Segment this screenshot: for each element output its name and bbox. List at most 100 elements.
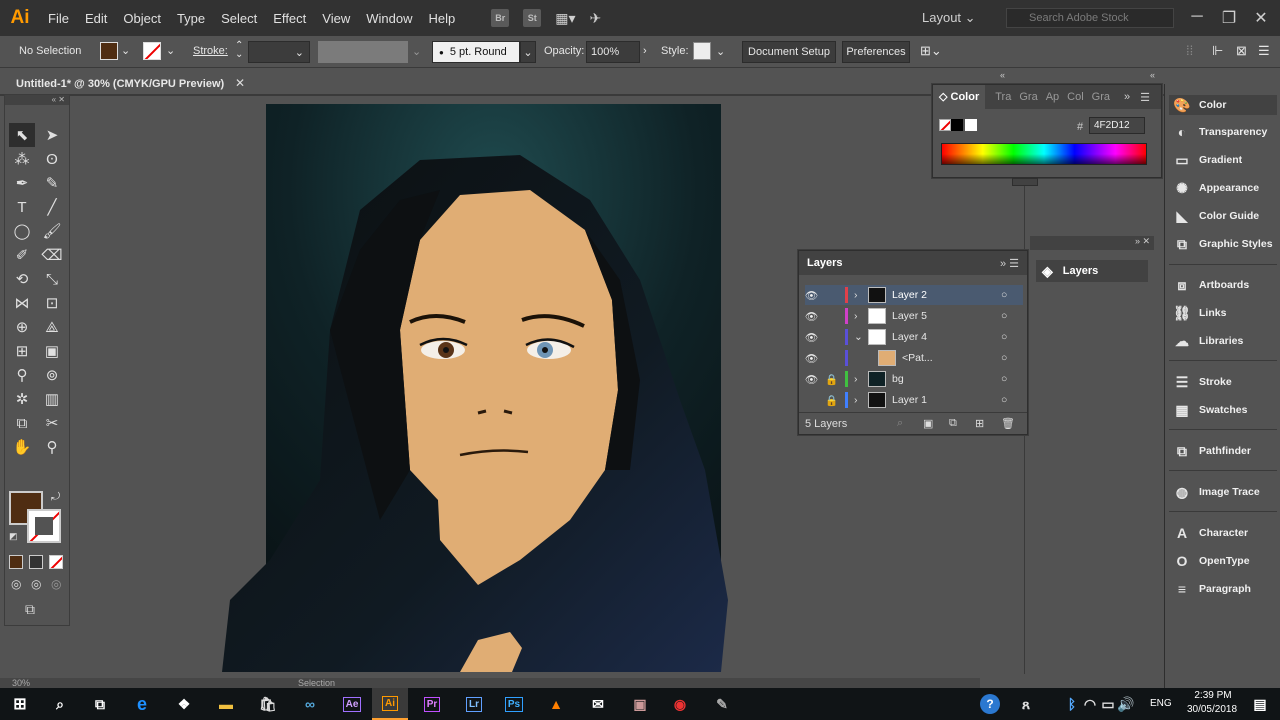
make-clipping-mask-icon[interactable]: ▣ [923, 417, 949, 430]
symbol-sprayer-tool-icon[interactable]: ✲ [9, 387, 35, 411]
lightroom-icon[interactable]: Lr [458, 692, 490, 716]
layer-name[interactable]: Layer 1 [892, 394, 1001, 406]
premiere-icon[interactable]: Pr [416, 692, 448, 716]
file-explorer-icon[interactable]: ▬ [210, 692, 242, 716]
dock-character[interactable]: A Character [1173, 525, 1248, 541]
column-graph-tool-icon[interactable]: ▥ [39, 387, 65, 411]
target-circle-icon[interactable]: ○ [1001, 352, 1023, 364]
dock-appearance[interactable]: ✺ Appearance [1173, 180, 1259, 196]
layer-row-5[interactable]: 👁 › Layer 5 ○ [805, 306, 1023, 326]
dock-opentype[interactable]: O OpenType [1173, 553, 1250, 569]
more-tabs-icon[interactable]: » [1124, 91, 1130, 103]
visibility-eye-icon[interactable]: 👁 [805, 289, 825, 302]
tab-color-guide[interactable]: Col [1063, 91, 1088, 103]
eraser-tool-icon[interactable]: ⌫ [39, 243, 65, 267]
collapse-chevron-icon[interactable]: ⌄ [854, 331, 868, 343]
clock-time[interactable]: 2:39 PM [1188, 690, 1238, 701]
vlc-icon[interactable]: ▲ [540, 692, 572, 716]
sublayer-row-path[interactable]: 👁 <Pat... ○ [805, 348, 1023, 368]
expand-chevron-icon[interactable]: › [854, 373, 868, 385]
wifi-icon[interactable]: ◠ [1080, 692, 1100, 716]
create-sublayer-icon[interactable]: ⧉ [949, 417, 975, 430]
collapsed-layers-button[interactable]: ◈ Layers [1036, 260, 1148, 282]
zoom-tool-icon[interactable]: ⚲ [39, 435, 65, 459]
tab-graphic-styles[interactable]: Gra [1088, 91, 1114, 103]
bluetooth-icon[interactable]: ᛒ [1062, 692, 1082, 716]
screen-mode-icon[interactable]: ⧉ [25, 601, 35, 618]
dropbox-icon[interactable]: ❖ [168, 692, 200, 716]
photoshop-icon[interactable]: Ps [498, 692, 530, 716]
visibility-eye-icon[interactable]: 👁 [805, 373, 825, 386]
gradient-mode-icon[interactable] [29, 555, 43, 569]
direct-selection-tool-icon[interactable]: ➤ [39, 123, 65, 147]
dock-artboards[interactable]: ⧈ Artboards [1173, 277, 1250, 293]
visibility-eye-icon[interactable]: 👁 [805, 331, 825, 344]
edge-browser-icon[interactable]: e [126, 692, 158, 716]
artboard-tool-icon[interactable]: ⧉ [9, 411, 35, 435]
layer-row-bg[interactable]: 👁 🔒 › bg ○ [805, 369, 1023, 389]
expand-chevron-icon[interactable]: › [854, 310, 868, 322]
rotate-tool-icon[interactable]: ⟲ [9, 267, 35, 291]
target-circle-icon[interactable]: ○ [1001, 394, 1023, 406]
volume-icon[interactable]: 🔊 [1116, 692, 1136, 716]
tab-transparency[interactable]: Tra [991, 91, 1015, 103]
tools-panel-header[interactable]: « ✕ [5, 95, 69, 105]
ellipse-tool-icon[interactable]: ◯ [9, 219, 35, 243]
expand-chevron-icon[interactable]: › [854, 394, 868, 406]
gradient-tool-icon[interactable]: ▣ [39, 339, 65, 363]
paintbrush-tool-icon[interactable]: 🖌 [39, 219, 65, 243]
visibility-eye-icon[interactable]: 👁 [805, 352, 825, 365]
blend-tool-icon[interactable]: ⊚ [39, 363, 65, 387]
color-panel-grip[interactable] [1012, 178, 1038, 186]
curvature-tool-icon[interactable]: ✎ [39, 171, 65, 195]
battery-icon[interactable]: ▭ [1098, 692, 1118, 716]
zoom-level[interactable]: 30% [12, 678, 30, 688]
dock-libraries[interactable]: ☁ Libraries [1173, 333, 1243, 349]
hand-tool-icon[interactable]: ✋ [9, 435, 35, 459]
infinity-app-icon[interactable]: ∞ [294, 692, 326, 716]
photo-app-icon[interactable]: ▣ [624, 692, 656, 716]
stroke-color-box[interactable] [27, 509, 61, 543]
color-panel-menu-icon[interactable]: ☰ [1140, 91, 1150, 104]
dock-stroke[interactable]: ☰ Stroke [1173, 374, 1232, 390]
draw-normal-icon[interactable]: ◎ [11, 577, 21, 591]
scale-tool-icon[interactable]: ⤡ [39, 267, 65, 291]
collapse-dock-icon[interactable]: « [1000, 70, 1005, 80]
dock-color-guide[interactable]: ◣ Color Guide [1173, 208, 1259, 224]
color-black-icon[interactable] [951, 119, 963, 131]
windows-start-icon[interactable]: ⊞ [4, 692, 36, 716]
clock-date[interactable]: 30/05/2018 [1178, 704, 1246, 715]
draw-behind-icon[interactable]: ◎ [31, 577, 41, 591]
illustrator-taskbar-icon[interactable]: Ai [372, 688, 408, 720]
collapsed-layers-header[interactable]: » ✕ [1030, 236, 1154, 250]
dock-swatches[interactable]: ▦ Swatches [1173, 402, 1247, 418]
layer-name[interactable]: bg [892, 373, 1001, 385]
people-icon[interactable]: ጸ [1010, 692, 1042, 716]
draw-inside-icon[interactable]: ◎ [51, 577, 61, 591]
tab-gradient[interactable]: Gra [1015, 91, 1041, 103]
layers-panel-menu-icon[interactable]: » ☰ [1000, 257, 1019, 270]
default-colors-icon[interactable]: ◩ [9, 531, 18, 542]
search-icon[interactable]: ⌕ [44, 692, 76, 716]
notifications-icon[interactable]: ▤ [1244, 692, 1276, 716]
hex-input[interactable]: 4F2D12 [1089, 117, 1145, 134]
color-none-icon[interactable] [939, 119, 951, 131]
width-tool-icon[interactable]: ⋈ [9, 291, 35, 315]
none-mode-icon[interactable] [49, 555, 63, 569]
layer-name[interactable]: <Pat... [902, 352, 1001, 364]
perspective-grid-tool-icon[interactable]: ⟁ [39, 315, 65, 339]
layer-name[interactable]: Layer 5 [892, 310, 1001, 322]
target-circle-icon[interactable]: ○ [1001, 289, 1023, 301]
target-circle-icon[interactable]: ○ [1001, 310, 1023, 322]
task-view-icon[interactable]: ⧉ [84, 692, 116, 716]
free-transform-tool-icon[interactable]: ⊡ [39, 291, 65, 315]
color-mode-icon[interactable] [9, 555, 23, 569]
color-white-icon[interactable] [965, 119, 977, 131]
swap-colors-icon[interactable]: ⤾ [51, 491, 60, 504]
delete-layer-icon[interactable]: 🗑 [1001, 417, 1027, 430]
expand-dock-icon[interactable]: « [1150, 70, 1155, 80]
layer-row-4[interactable]: 👁 ⌄ Layer 4 ○ [805, 327, 1023, 347]
mail-icon[interactable]: ✉ [582, 692, 614, 716]
shaper-tool-icon[interactable]: ✐ [9, 243, 35, 267]
layer-row-1[interactable]: 🔒 › Layer 1 ○ [805, 390, 1023, 410]
